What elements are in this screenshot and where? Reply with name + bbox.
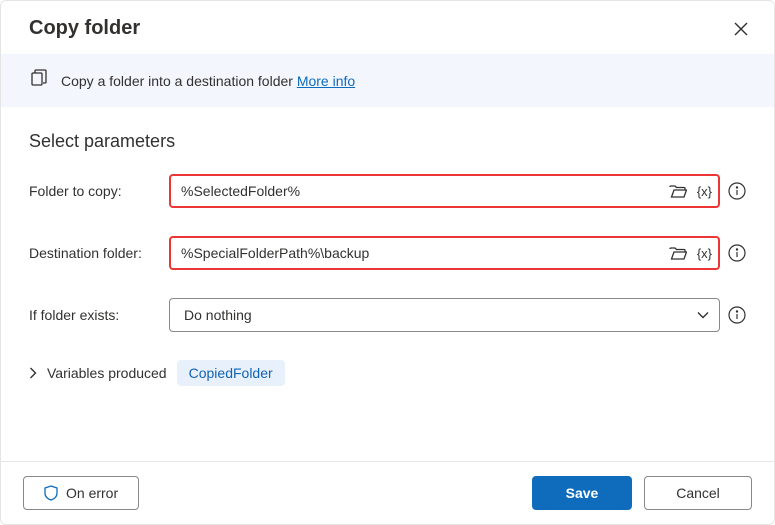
folder-open-icon bbox=[669, 246, 687, 260]
destination-folder-label: Destination folder: bbox=[29, 245, 161, 261]
chevron-right-icon bbox=[29, 367, 37, 379]
variable-icon: {x} bbox=[697, 246, 712, 261]
info-banner: Copy a folder into a destination folder … bbox=[1, 54, 774, 107]
dialog-content: Select parameters Folder to copy: {x} bbox=[1, 107, 774, 461]
folder-to-copy-input[interactable] bbox=[181, 176, 669, 206]
folder-to-copy-label: Folder to copy: bbox=[29, 183, 161, 199]
on-error-button[interactable]: On error bbox=[23, 476, 139, 510]
copy-folder-dialog: Copy folder Copy a folder into a destina… bbox=[0, 0, 775, 525]
cancel-button[interactable]: Cancel bbox=[644, 476, 752, 510]
destination-folder-input-group: {x} bbox=[169, 236, 720, 270]
variable-picker-button[interactable]: {x} bbox=[697, 246, 712, 261]
variable-icon: {x} bbox=[697, 184, 712, 199]
dialog-footer: On error Save Cancel bbox=[1, 461, 774, 524]
section-title: Select parameters bbox=[29, 131, 746, 152]
variables-produced-row: Variables produced CopiedFolder bbox=[29, 360, 746, 386]
browse-folder-button[interactable] bbox=[669, 184, 687, 198]
close-icon bbox=[734, 22, 748, 36]
if-folder-exists-value: Do nothing bbox=[184, 307, 252, 323]
info-icon bbox=[728, 306, 746, 324]
variables-produced-label[interactable]: Variables produced bbox=[47, 365, 167, 381]
destination-folder-info[interactable] bbox=[728, 244, 746, 262]
if-folder-exists-select[interactable]: Do nothing bbox=[169, 298, 720, 332]
folder-to-copy-row: Folder to copy: {x} bbox=[29, 174, 746, 208]
info-icon bbox=[728, 244, 746, 262]
if-folder-exists-info[interactable] bbox=[728, 306, 746, 324]
shield-icon bbox=[44, 485, 58, 501]
variable-chip-copiedfolder[interactable]: CopiedFolder bbox=[177, 360, 285, 386]
variable-picker-button[interactable]: {x} bbox=[697, 184, 712, 199]
folder-open-icon bbox=[669, 184, 687, 198]
info-banner-text: Copy a folder into a destination folder … bbox=[61, 73, 355, 89]
more-info-link[interactable]: More info bbox=[297, 73, 355, 89]
save-label: Save bbox=[566, 485, 599, 501]
copy-folder-icon bbox=[29, 68, 49, 93]
close-button[interactable] bbox=[732, 20, 750, 38]
banner-description: Copy a folder into a destination folder bbox=[61, 73, 297, 89]
if-folder-exists-row: If folder exists: Do nothing bbox=[29, 298, 746, 332]
variables-expand-toggle[interactable] bbox=[29, 367, 37, 379]
on-error-label: On error bbox=[66, 485, 118, 501]
destination-folder-row: Destination folder: {x} bbox=[29, 236, 746, 270]
footer-right: Save Cancel bbox=[532, 476, 752, 510]
info-icon bbox=[728, 182, 746, 200]
if-folder-exists-label: If folder exists: bbox=[29, 307, 161, 323]
folder-to-copy-info[interactable] bbox=[728, 182, 746, 200]
folder-to-copy-input-group: {x} bbox=[169, 174, 720, 208]
cancel-label: Cancel bbox=[676, 485, 720, 501]
save-button[interactable]: Save bbox=[532, 476, 632, 510]
chevron-down-icon bbox=[697, 311, 709, 319]
destination-folder-input[interactable] bbox=[181, 238, 669, 268]
dialog-title: Copy folder bbox=[29, 17, 140, 40]
dialog-header: Copy folder bbox=[1, 1, 774, 54]
browse-folder-button[interactable] bbox=[669, 246, 687, 260]
